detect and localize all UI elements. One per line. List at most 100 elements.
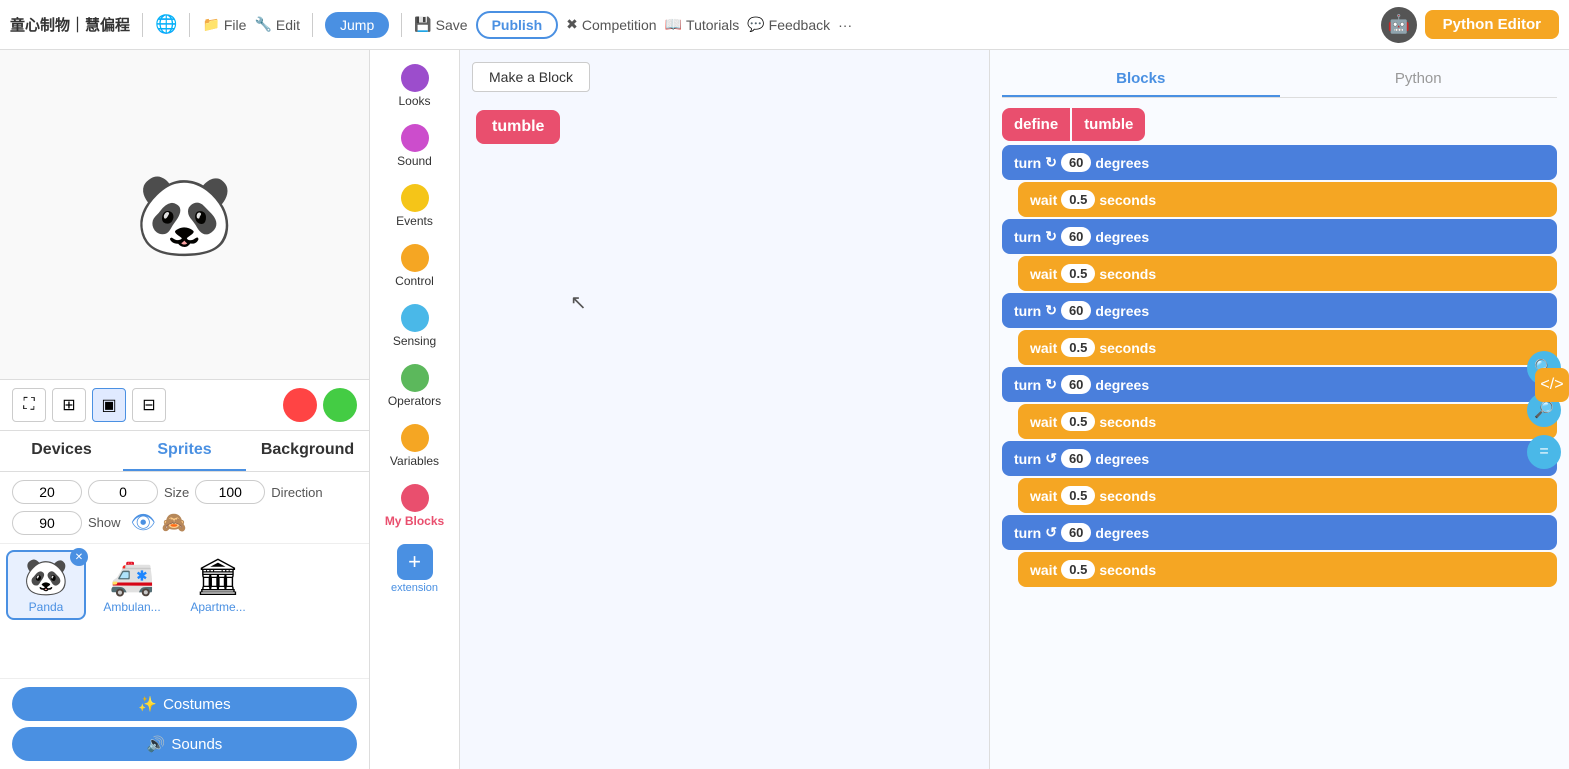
define-label: define <box>1002 108 1070 141</box>
turn-block-1[interactable]: turn ↻ 60 degrees <box>1002 145 1557 180</box>
code-toggle-area: </> <box>1535 368 1569 402</box>
turn-block-4[interactable]: turn ↻ 60 degrees <box>1002 367 1557 402</box>
grid-button1[interactable]: ⊞ <box>52 388 86 422</box>
code-toggle-button[interactable]: </> <box>1535 368 1569 402</box>
wait-block-2[interactable]: wait 0.5 seconds <box>1018 256 1557 291</box>
avatar: 🤖 <box>1381 7 1417 43</box>
jump-button[interactable]: Jump <box>325 12 389 38</box>
grid-button2[interactable]: ▣ <box>92 388 126 422</box>
ambulance-label: Ambulan... <box>98 600 166 614</box>
turn-label-5: turn <box>1014 451 1041 467</box>
wait-block-3[interactable]: wait 0.5 seconds <box>1018 330 1557 365</box>
competition-button[interactable]: ✖ Competition <box>566 16 656 33</box>
sprite-close-panda[interactable]: ✕ <box>70 548 88 566</box>
nav-divider1 <box>142 13 143 37</box>
turn-dir-icon-2: ↻ <box>1045 228 1057 245</box>
cat-variables[interactable]: Variables <box>370 418 459 474</box>
turn-block-2[interactable]: turn ↻ 60 degrees <box>1002 219 1557 254</box>
wait-val-5[interactable]: 0.5 <box>1061 486 1095 505</box>
turn-val-6[interactable]: 60 <box>1061 523 1091 542</box>
turn-val-5[interactable]: 60 <box>1061 449 1091 468</box>
wait-val-2[interactable]: 0.5 <box>1061 264 1095 283</box>
costumes-icon: ✨ <box>138 695 157 713</box>
wait-label-3: wait <box>1030 340 1057 356</box>
feedback-icon: 💬 <box>747 16 764 33</box>
make-block-button[interactable]: Make a Block <box>472 62 590 92</box>
sprite-list: ✕ 🐼 Panda 🚑 Ambulan... 🏛 Apartme... <box>0 544 369 678</box>
turn-block-3[interactable]: turn ↻ 60 degrees <box>1002 293 1557 328</box>
wait-block-4[interactable]: wait 0.5 seconds <box>1018 404 1557 439</box>
edit-button[interactable]: 🔧 Edit <box>254 16 300 33</box>
fullscreen-button[interactable]: ⛶ <box>12 388 46 422</box>
turn-unit-5: degrees <box>1095 451 1149 467</box>
sprite-properties: Size Direction Show 👁 🙈 <box>0 472 369 544</box>
cat-events[interactable]: Events <box>370 178 459 234</box>
sprite-item-panda[interactable]: ✕ 🐼 Panda <box>6 550 86 620</box>
tab-background[interactable]: Background <box>246 431 369 471</box>
wait-val-4[interactable]: 0.5 <box>1061 412 1095 431</box>
sprite-item-apartment[interactable]: 🏛 Apartme... <box>178 550 258 620</box>
grid-button3[interactable]: ⊟ <box>132 388 166 422</box>
file-icon: 📁 <box>202 16 219 33</box>
cat-myblocks[interactable]: My Blocks <box>370 478 459 534</box>
wait-val-6[interactable]: 0.5 <box>1061 560 1095 579</box>
stop-button[interactable] <box>283 388 317 422</box>
nav-divider4 <box>401 13 402 37</box>
x-position-field[interactable] <box>12 480 82 504</box>
cat-looks[interactable]: Looks <box>370 58 459 114</box>
cat-control[interactable]: Control <box>370 238 459 294</box>
turn-dir-icon-1: ↻ <box>1045 154 1057 171</box>
sounds-button[interactable]: 🔊 Sounds <box>12 727 357 761</box>
python-editor-button[interactable]: Python Editor <box>1425 10 1559 39</box>
wait-val-3[interactable]: 0.5 <box>1061 338 1095 357</box>
competition-icon: ✖ <box>566 16 578 33</box>
wait-val-1[interactable]: 0.5 <box>1061 190 1095 209</box>
sprite-item-ambulance[interactable]: 🚑 Ambulan... <box>92 550 172 620</box>
block-workspace[interactable]: Make a Block tumble ↖ <box>460 50 989 769</box>
cat-sensing[interactable]: Sensing <box>370 298 459 354</box>
turn-dir-icon-4: ↻ <box>1045 376 1057 393</box>
show-visible-icon[interactable]: 👁 <box>131 510 156 535</box>
wait-block-5[interactable]: wait 0.5 seconds <box>1018 478 1557 513</box>
turn-val-1[interactable]: 60 <box>1061 153 1091 172</box>
file-button[interactable]: 📁 File <box>202 16 246 33</box>
turn-block-6[interactable]: turn ↺ 60 degrees <box>1002 515 1557 550</box>
costumes-button[interactable]: ✨ Costumes <box>12 687 357 721</box>
go-button[interactable] <box>323 388 357 422</box>
show-hidden-icon[interactable]: 🙈 <box>162 510 187 535</box>
tab-devices[interactable]: Devices <box>0 431 123 471</box>
y-position-field[interactable] <box>88 480 158 504</box>
show-label: Show <box>88 515 121 530</box>
more-button[interactable]: ··· <box>838 17 852 33</box>
wait-unit-3: seconds <box>1099 340 1156 356</box>
save-button[interactable]: 💾 Save <box>414 16 467 33</box>
turn-block-5[interactable]: turn ↺ 60 degrees <box>1002 441 1557 476</box>
extension-button[interactable]: + extension <box>370 538 459 600</box>
block-categories: Looks Sound Events Control Sensing Opera… <box>370 50 460 769</box>
tab-blocks[interactable]: Blocks <box>1002 62 1280 97</box>
equalize-button[interactable]: = <box>1527 435 1561 469</box>
turn-val-3[interactable]: 60 <box>1061 301 1091 320</box>
direction-label: Direction <box>271 485 322 500</box>
globe-icon[interactable]: 🌐 <box>155 14 177 35</box>
turn-val-4[interactable]: 60 <box>1061 375 1091 394</box>
size-field[interactable] <box>195 480 265 504</box>
turn-val-2[interactable]: 60 <box>1061 227 1091 246</box>
wait-block-6[interactable]: wait 0.5 seconds <box>1018 552 1557 587</box>
feedback-button[interactable]: 💬 Feedback <box>747 16 830 33</box>
blocks-python-tabs: Blocks Python <box>1002 62 1557 98</box>
publish-button[interactable]: Publish <box>476 11 559 39</box>
cat-sound[interactable]: Sound <box>370 118 459 174</box>
cat-operators[interactable]: Operators <box>370 358 459 414</box>
tumble-definition-block[interactable]: tumble <box>476 110 560 144</box>
panda-label: Panda <box>12 600 80 614</box>
wait-block-1[interactable]: wait 0.5 seconds <box>1018 182 1557 217</box>
direction-field[interactable] <box>12 511 82 535</box>
tab-python[interactable]: Python <box>1280 62 1558 97</box>
tutorials-button[interactable]: 📖 Tutorials <box>665 16 740 33</box>
turn-label-3: turn <box>1014 303 1041 319</box>
wait-unit-4: seconds <box>1099 414 1156 430</box>
brand-label: 童心制物｜慧偏程 <box>10 14 130 35</box>
looks-dot <box>401 64 429 92</box>
tab-sprites[interactable]: Sprites <box>123 431 246 471</box>
